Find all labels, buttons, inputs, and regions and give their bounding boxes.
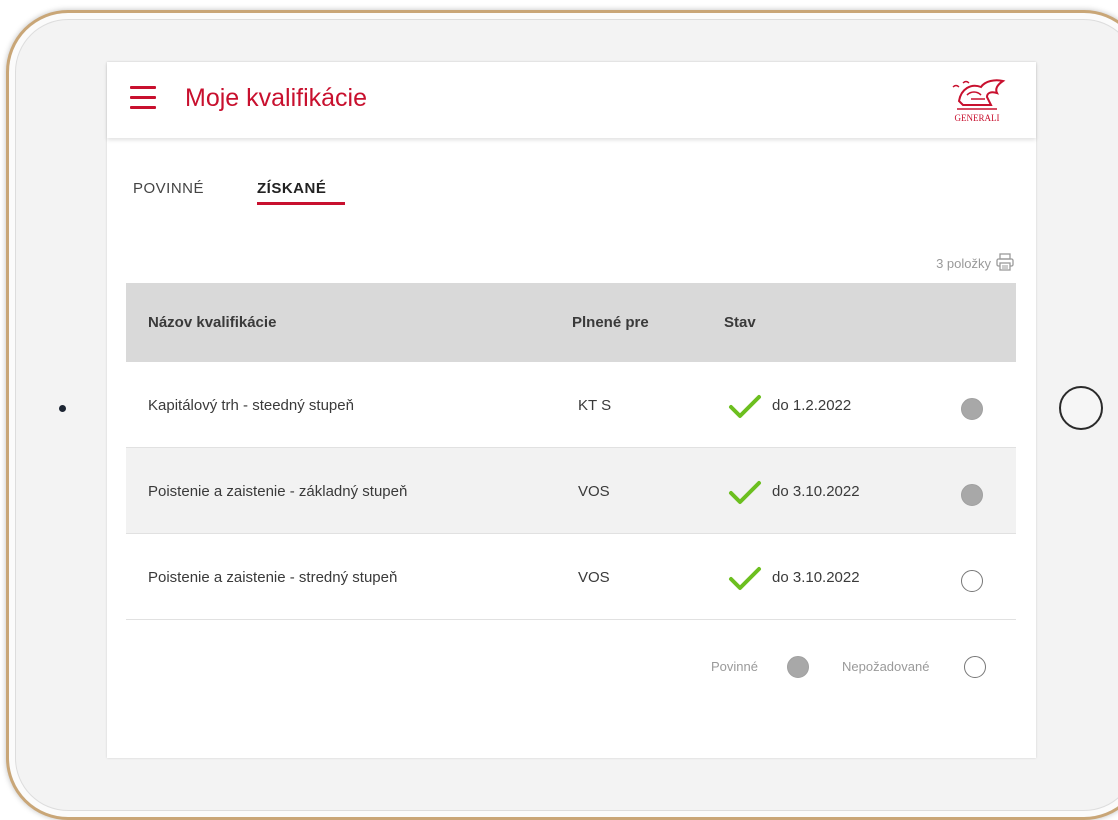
table-row[interactable]: Poistenie a zaistenie - stredný stupeň V… [126,534,1016,620]
legend-not-required-label: Nepožadované [842,659,930,674]
hamburger-menu-icon[interactable] [130,86,156,110]
generali-logo: GENERALI [952,79,1006,123]
qualification-name: Poistenie a zaistenie - základný stupeň [148,483,408,500]
legend-not-required-dot [964,656,986,678]
fulfilled-for: KT S [578,397,612,414]
required-indicator [961,398,983,420]
column-header-fulfilled-for[interactable]: Plnené pre [572,314,649,331]
table-row[interactable]: Poistenie a zaistenie - základný stupeň … [126,448,1016,534]
page-title: Moje kvalifikácie [185,84,368,112]
tab-ziskane[interactable]: ZÍSKANÉ [257,180,326,197]
qualification-name: Kapitálový trh - steedný stupeň [148,397,354,414]
check-icon [729,395,761,418]
legend-required-label: Povinné [711,659,758,674]
table-row[interactable]: Kapitálový trh - steedný stupeň KT S do … [126,362,1016,448]
status-date: do 3.10.2022 [772,569,860,586]
required-indicator [961,484,983,506]
status-date: do 3.10.2022 [772,483,860,500]
status-date: do 1.2.2022 [772,397,852,414]
check-icon [729,567,761,590]
home-button[interactable] [1059,386,1103,430]
app-screen: Moje kvalifikácie GENERALI POVINNÉ ZÍSKA… [107,62,1036,758]
tab-povinne[interactable]: POVINNÉ [133,180,204,197]
check-icon [729,481,761,504]
fulfilled-for: VOS [578,483,610,500]
qualification-name: Poistenie a zaistenie - stredný stupeň [148,569,398,586]
item-count: 3 položky [936,256,991,271]
svg-text:GENERALI: GENERALI [955,113,1000,123]
camera-icon [59,405,66,412]
app-bar: Moje kvalifikácie GENERALI [107,62,1036,138]
active-tab-indicator [257,202,345,205]
column-header-status[interactable]: Stav [724,314,756,331]
print-icon[interactable] [995,252,1015,272]
table-header: Názov kvalifikácie Plnené pre Stav [126,283,1016,362]
not-required-indicator [961,570,983,592]
column-header-name[interactable]: Názov kvalifikácie [148,314,276,331]
legend-required-dot [787,656,809,678]
fulfilled-for: VOS [578,569,610,586]
